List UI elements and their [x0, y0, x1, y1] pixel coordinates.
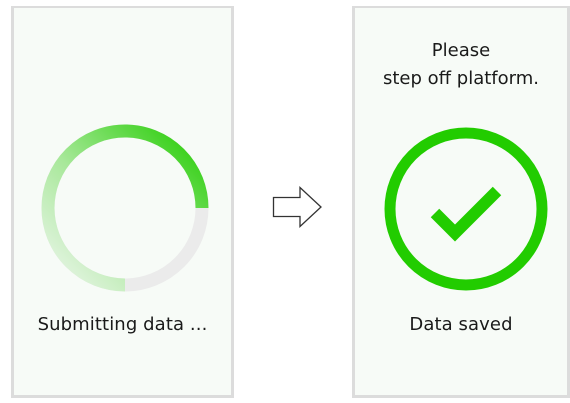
submitting-status-text: Submitting data ... [37, 314, 208, 335]
right-arrow-icon [272, 186, 322, 228]
success-ring [384, 127, 548, 291]
loading-spinner-icon [41, 124, 209, 292]
step-off-prompt: Please step off platform. [355, 37, 567, 93]
saved-screen: Please step off platform. Data saved [352, 6, 570, 398]
submitting-screen: Submitting data ... [11, 6, 234, 398]
data-saved-status-text: Data saved [409, 314, 513, 335]
checkmark-icon [430, 186, 502, 242]
flow-illustration: Submitting data ... Please step off plat… [0, 0, 570, 403]
checkmark-circle-icon [384, 127, 548, 291]
prompt-line-2: step off platform. [383, 68, 539, 89]
prompt-line-1: Please [431, 40, 491, 61]
